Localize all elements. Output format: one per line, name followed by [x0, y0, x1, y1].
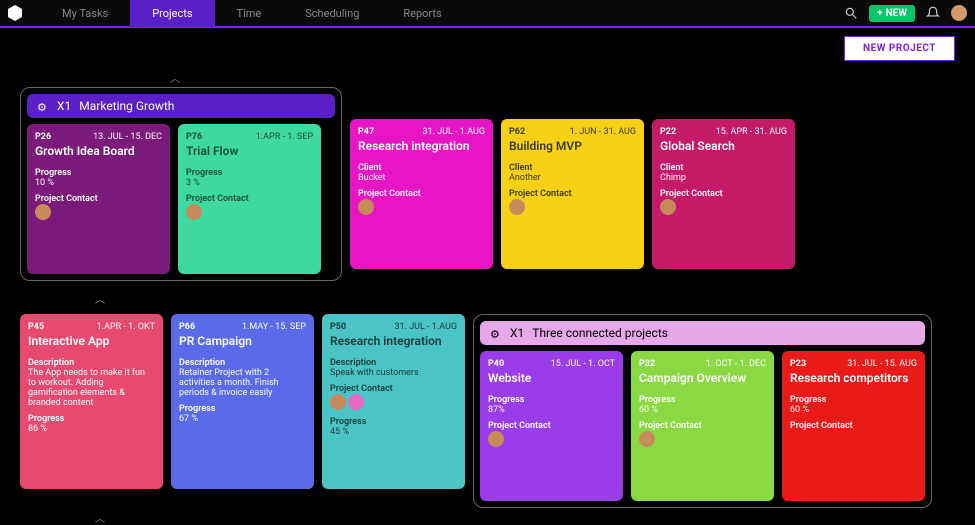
- group-title: Marketing Growth: [79, 99, 174, 113]
- user-avatar[interactable]: [951, 5, 967, 21]
- project-card[interactable]: P4015. JUL - 1. OCT Website Progress87% …: [480, 351, 623, 501]
- subbar: NEW PROJECT: [0, 28, 975, 68]
- group-header[interactable]: X1 Three connected projects: [480, 321, 925, 345]
- group-three-connected: X1 Three connected projects P4015. JUL -…: [473, 314, 932, 508]
- main-nav: My Tasks Projects Time Scheduling Report…: [40, 0, 464, 27]
- avatar: [348, 394, 364, 410]
- nav-reports[interactable]: Reports: [381, 0, 463, 27]
- gear-icon[interactable]: [490, 327, 502, 339]
- avatar: [330, 394, 346, 410]
- chevron-up-icon[interactable]: ︿: [20, 70, 330, 85]
- project-card[interactable]: P661.MAY - 15. SEP PR Campaign Descripti…: [171, 314, 314, 489]
- chevron-up-icon[interactable]: ︿: [20, 510, 180, 525]
- search-icon[interactable]: [843, 5, 859, 21]
- avatar: [358, 199, 374, 215]
- project-card[interactable]: P451.APR - 1. OKT Interactive App Descri…: [20, 314, 163, 489]
- new-button[interactable]: +NEW: [869, 5, 915, 22]
- group-header[interactable]: X1 Marketing Growth: [27, 94, 335, 118]
- project-card[interactable]: P761.APR - 1. SEP Trial Flow Progress3 %…: [178, 124, 321, 274]
- new-project-button[interactable]: NEW PROJECT: [844, 36, 955, 61]
- project-card[interactable]: P321. OCT - 1. DEC Campaign Overview Pro…: [631, 351, 774, 501]
- avatar: [660, 199, 676, 215]
- avatar: [35, 204, 51, 220]
- project-card[interactable]: P4731. JUL - 1.AUG Research integration …: [350, 119, 493, 269]
- chevron-up-icon[interactable]: ︿: [20, 291, 180, 306]
- project-card[interactable]: P2331. JUL - 15. AUG Research competitor…: [782, 351, 925, 501]
- avatar: [186, 204, 202, 220]
- nav-scheduling[interactable]: Scheduling: [283, 0, 381, 27]
- group-badge: X1: [57, 99, 71, 113]
- avatar: [639, 431, 655, 447]
- nav-my-tasks[interactable]: My Tasks: [40, 0, 130, 27]
- group-marketing-growth: X1 Marketing Growth P2613. JUL - 15. DEC…: [20, 87, 342, 281]
- avatar: [509, 199, 525, 215]
- project-card[interactable]: P2215. APR - 31. AUG Global Search Clien…: [652, 119, 795, 269]
- bell-icon[interactable]: [925, 5, 941, 21]
- group-title: Three connected projects: [532, 326, 668, 340]
- group-badge: X1: [510, 326, 524, 340]
- gear-icon[interactable]: [37, 100, 49, 112]
- nav-projects[interactable]: Projects: [130, 0, 214, 27]
- project-card[interactable]: P621. JUN - 31. AUG Building MVP ClientA…: [501, 119, 644, 269]
- nav-time[interactable]: Time: [215, 0, 284, 27]
- app-logo[interactable]: [8, 5, 22, 21]
- topbar: My Tasks Projects Time Scheduling Report…: [0, 0, 975, 28]
- project-card[interactable]: P2613. JUL - 15. DEC Growth Idea Board P…: [27, 124, 170, 274]
- project-card[interactable]: P5031. JUL - 1.AUG Research integration …: [322, 314, 465, 489]
- avatar: [488, 431, 504, 447]
